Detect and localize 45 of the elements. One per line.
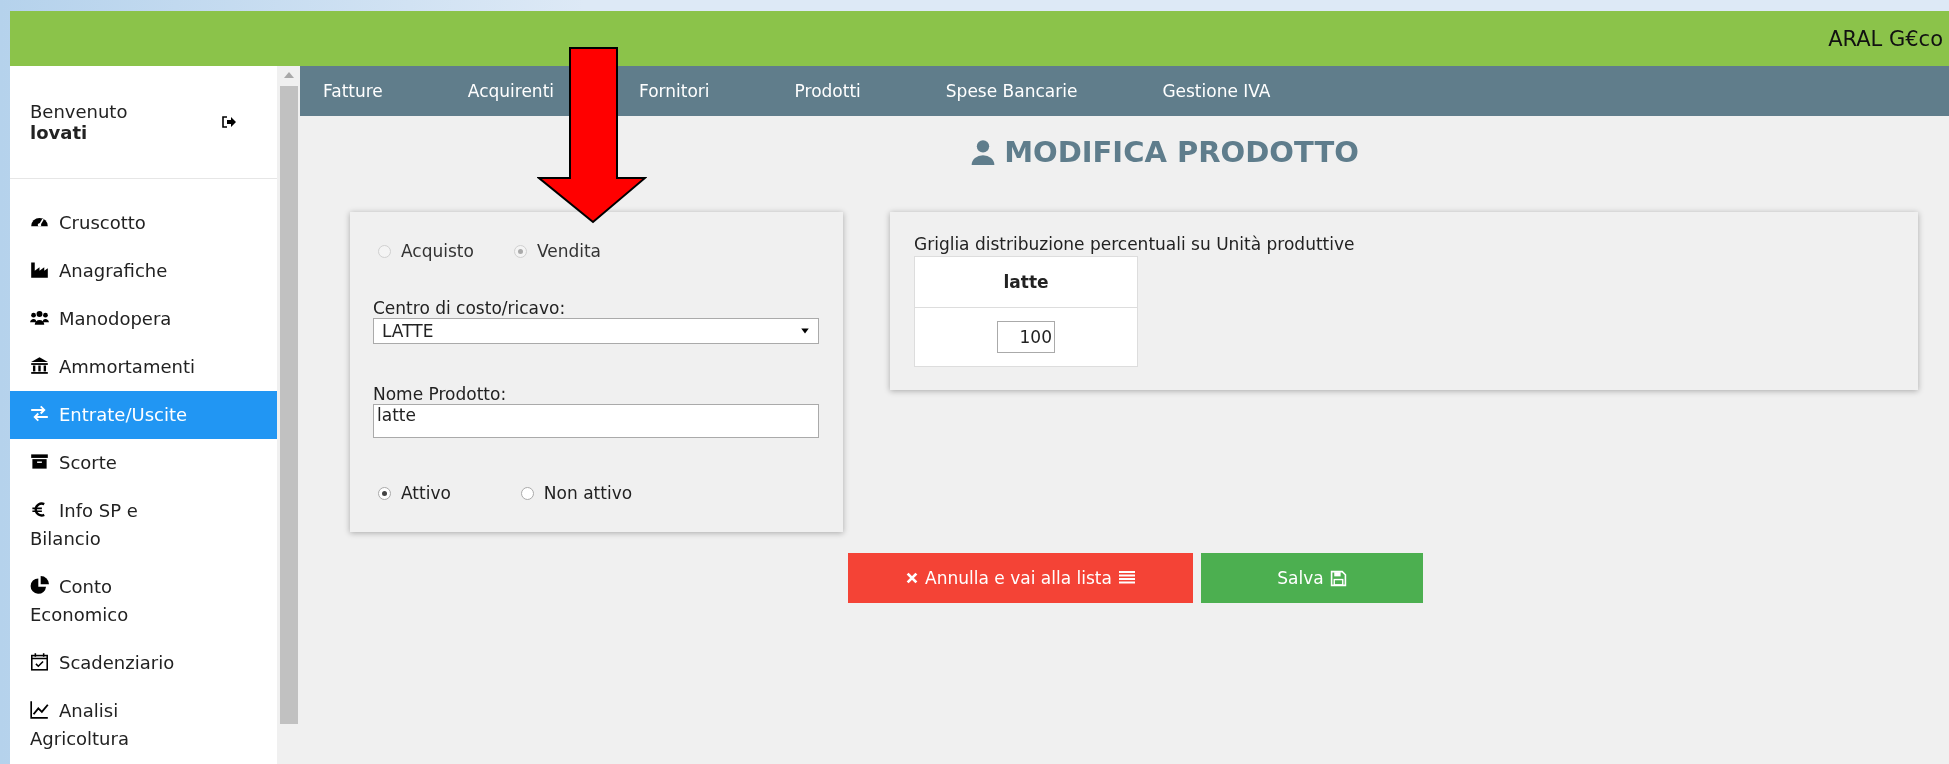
pie-chart-icon bbox=[30, 576, 49, 595]
field-label: Centro di costo/ricavo: bbox=[373, 298, 567, 318]
number-field[interactable]: 100 bbox=[997, 321, 1055, 353]
sidebar-item[interactable]: Manodopera bbox=[10, 295, 277, 343]
sidebar-item[interactable]: Ammortamenti bbox=[10, 343, 277, 391]
user-icon bbox=[970, 139, 997, 165]
caret-icon bbox=[800, 326, 810, 336]
scrollbar[interactable] bbox=[277, 66, 300, 764]
sidebar-item[interactable]: Scorte bbox=[10, 439, 277, 487]
grid-title: Griglia distribuzione percentuali su Unità produttive bbox=[914, 234, 1356, 254]
sidebar-item[interactable]: Analisi Agricoltura bbox=[10, 687, 277, 763]
close-icon bbox=[905, 571, 920, 585]
logout-icon bbox=[221, 114, 237, 130]
radio-option[interactable]: Attivo bbox=[378, 483, 451, 503]
sidebar-item[interactable]: Cruscotto bbox=[10, 199, 277, 247]
cancel-button[interactable]: Annulla e vai alla lista bbox=[848, 553, 1193, 603]
radio-button[interactable] bbox=[378, 486, 391, 500]
factory-icon bbox=[30, 260, 49, 279]
radio-option[interactable]: Non attivo bbox=[520, 483, 633, 503]
nav-link[interactable]: Prodotti bbox=[794, 81, 861, 101]
user-name: lovati bbox=[30, 122, 89, 143]
sidebar-item[interactable]: Anagrafiche bbox=[10, 247, 277, 295]
exchange-icon bbox=[30, 404, 49, 423]
column-header: latte bbox=[914, 256, 1138, 308]
welcome-text: Benvenuto bbox=[30, 101, 128, 122]
radio-button[interactable] bbox=[520, 486, 534, 500]
nav-link[interactable]: Spese Bancarie bbox=[945, 81, 1078, 101]
nav-link[interactable]: Fatture bbox=[323, 81, 383, 101]
list-icon bbox=[1117, 570, 1136, 586]
select-field[interactable]: LATTE bbox=[373, 318, 819, 344]
nav-link[interactable]: Fornitori bbox=[639, 81, 710, 101]
archive-icon bbox=[30, 452, 49, 471]
line-chart-icon bbox=[30, 700, 49, 719]
sidebar-item[interactable]: Conto Economico bbox=[10, 563, 277, 639]
group-icon bbox=[30, 308, 49, 327]
sidebar-item[interactable]: Scadenziario bbox=[10, 639, 277, 687]
calendar-icon bbox=[30, 652, 49, 671]
bank-icon bbox=[30, 356, 49, 375]
nav-link[interactable]: Acquirenti bbox=[467, 81, 555, 101]
field-label: Nome Prodotto: bbox=[373, 384, 508, 404]
nav-link[interactable]: Gestione IVA bbox=[1162, 81, 1271, 101]
sidebar-item[interactable]: Info SP e Bilancio bbox=[10, 487, 277, 563]
brand-title: ARAL G€co bbox=[1828, 26, 1943, 51]
page-title: MODIFICA PRODOTTO bbox=[1004, 135, 1359, 169]
input-field[interactable]: latte bbox=[373, 404, 819, 438]
